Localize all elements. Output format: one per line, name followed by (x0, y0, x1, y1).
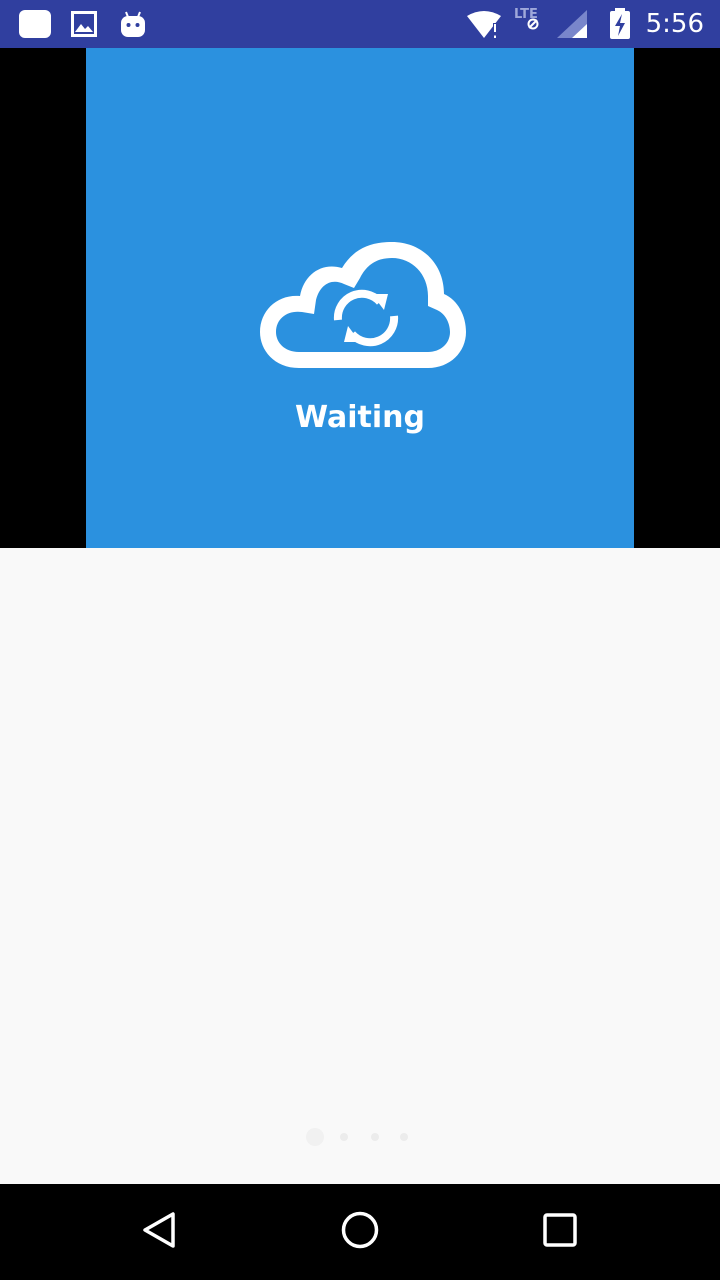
wifi-alert-icon (466, 0, 502, 48)
page-dot[interactable] (340, 1133, 348, 1141)
back-triangle-icon (140, 1210, 180, 1254)
battery-charging-icon (609, 0, 631, 48)
status-bar: LTE 5:56 (0, 0, 720, 48)
page-dot[interactable] (371, 1133, 379, 1141)
sync-status-panel: Waiting (86, 48, 634, 548)
page-indicator (0, 1128, 720, 1152)
sync-status-label: Waiting (294, 400, 425, 435)
notification-square-icon (18, 0, 52, 48)
cell-signal-icon (556, 0, 588, 48)
image-icon (71, 0, 97, 48)
back-button[interactable] (112, 1184, 208, 1280)
home-button[interactable] (312, 1184, 408, 1280)
page-dot[interactable] (400, 1133, 408, 1141)
navigation-bar (0, 1184, 720, 1280)
lte-signal-icon: LTE (514, 0, 552, 48)
home-circle-icon (340, 1210, 380, 1254)
hero-area: Waiting (0, 48, 720, 548)
recents-button[interactable] (512, 1184, 608, 1280)
recents-square-icon (540, 1210, 580, 1254)
page-dot-active[interactable] (306, 1128, 324, 1146)
cloud-sync-icon (254, 240, 468, 374)
content-area (0, 548, 720, 1184)
clock-time: 5:56 (645, 9, 704, 39)
android-robot-icon (120, 0, 146, 48)
